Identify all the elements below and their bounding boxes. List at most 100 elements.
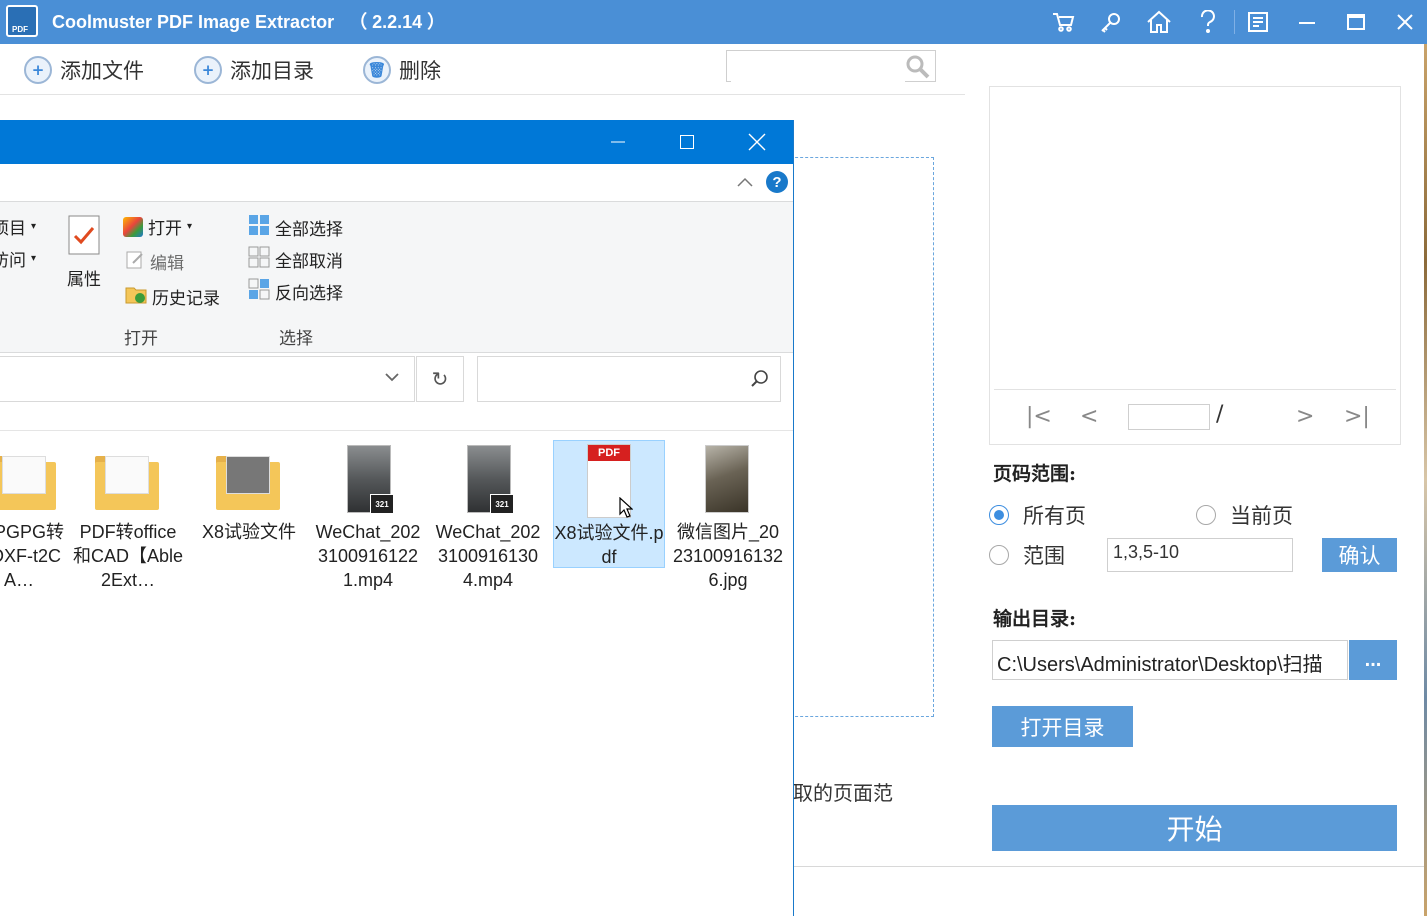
ribbon-project-item[interactable]: 项目 ▾	[0, 214, 36, 239]
toolbar: + 添加文件 + 添加目录 🗑 删除	[0, 44, 965, 95]
video-file-icon: 321	[432, 440, 544, 520]
titlebar-separator	[1234, 10, 1235, 34]
radio-current-page[interactable]: 当前页	[1196, 500, 1293, 530]
start-button[interactable]: 开始	[992, 805, 1397, 851]
next-page-icon[interactable]: >	[1296, 404, 1314, 429]
explorer-minimize-icon[interactable]	[583, 120, 653, 164]
radio-range[interactable]: 范围	[989, 540, 1065, 570]
cart-icon[interactable]	[1048, 6, 1078, 38]
feedback-icon[interactable]	[1243, 6, 1273, 38]
select-none-button[interactable]: 全部取消	[248, 246, 343, 273]
explorer-maximize-icon[interactable]	[652, 120, 722, 164]
invert-selection-button[interactable]: 反向选择	[248, 278, 343, 305]
help-button[interactable]: ?	[766, 171, 788, 193]
preview-navigation: |< < / > >|	[994, 389, 1396, 444]
properties-label: 属性	[67, 270, 101, 290]
prev-page-icon[interactable]: <	[1080, 404, 1098, 429]
ribbon-tabbar: ?	[0, 164, 793, 202]
folder-icon	[193, 440, 305, 520]
add-folder-icon: +	[194, 56, 222, 84]
select-all-icon	[248, 214, 270, 241]
file-name: PDF转office和CAD【Able2Ext…	[72, 522, 184, 590]
dropdown-arrow-icon: ▾	[187, 221, 193, 232]
page-range-label: 页码范围:	[993, 463, 1077, 485]
output-path-field[interactable]: C:\Users\Administrator\Desktop\扫描	[992, 640, 1348, 680]
browse-button[interactable]: ...	[1349, 640, 1397, 680]
add-folder-button[interactable]: + 添加目录	[194, 55, 314, 85]
add-file-icon: +	[24, 56, 52, 84]
help-icon[interactable]	[1193, 6, 1223, 38]
ribbon-access-item[interactable]: 访问 ▾	[0, 246, 36, 271]
select-all-button[interactable]: 全部选择	[248, 214, 343, 241]
file-item-selected[interactable]: PDF X8试验文件.pdf	[553, 440, 665, 568]
help-label: ?	[772, 173, 782, 191]
image-file-icon	[672, 440, 784, 520]
app-title: Coolmuster PDF Image Extractor （ 2.2.14 …	[52, 8, 445, 34]
explorer-ribbon: ? 项目 ▾ 访问 ▾ 属性 打开 ▾ 编辑 历史记录 全部选择 全部取消 反向…	[0, 164, 793, 353]
home-icon[interactable]	[1144, 6, 1174, 38]
collapse-ribbon-icon[interactable]	[736, 173, 754, 192]
key-icon[interactable]	[1096, 6, 1126, 38]
file-drop-zone[interactable]	[780, 157, 934, 717]
edit-icon	[125, 249, 145, 274]
dropdown-arrow-icon: ▾	[31, 253, 37, 264]
file-item[interactable]: 321 WeChat_20231009161304.mp4	[432, 440, 544, 592]
app-title-text: Coolmuster PDF Image Extractor	[52, 12, 335, 32]
bottom-divider	[793, 866, 1427, 867]
minimize-icon[interactable]	[1292, 6, 1322, 38]
properties-icon	[67, 214, 101, 261]
folder-icon	[0, 440, 66, 520]
video-file-icon: 321	[312, 440, 424, 520]
close-icon[interactable]	[1390, 6, 1420, 38]
search-icon[interactable]	[905, 54, 931, 84]
explorer-search-icon[interactable]	[750, 369, 770, 393]
radio-all-pages-circle[interactable]	[989, 505, 1009, 525]
address-bar[interactable]	[0, 356, 415, 402]
select-none-label: 全部取消	[275, 252, 343, 272]
radio-current-page-label: 当前页	[1230, 504, 1293, 528]
open-button[interactable]: 打开 ▾	[123, 214, 192, 239]
explorer-search-box[interactable]	[477, 356, 781, 402]
app-titlebar: PDF Coolmuster PDF Image Extractor （ 2.2…	[0, 0, 1427, 44]
address-dropdown-icon[interactable]	[384, 369, 400, 389]
history-label: 历史记录	[152, 289, 220, 309]
refresh-icon[interactable]: ↻	[416, 356, 464, 402]
select-none-icon	[248, 246, 270, 273]
mouse-cursor-icon	[619, 497, 633, 518]
app-logo: PDF	[6, 5, 38, 37]
file-name: X8试验文件.pdf	[554, 523, 664, 567]
open-folder-button[interactable]: 打开目录	[992, 706, 1133, 747]
range-hint-text: 取的页面范	[793, 781, 893, 805]
edit-button[interactable]: 编辑	[125, 249, 184, 274]
file-item[interactable]: 微信图片_20231009161326.jpg	[672, 440, 784, 592]
ribbon-group-select: 选择	[279, 329, 313, 349]
app-logo-text: PDF	[12, 25, 28, 34]
edit-label: 编辑	[150, 254, 184, 274]
radio-all-pages[interactable]: 所有页	[989, 500, 1086, 530]
page-number-input[interactable]	[1128, 404, 1210, 430]
confirm-button[interactable]: 确认	[1322, 538, 1397, 572]
file-name: WeChat_20231009161304.mp4	[435, 522, 541, 590]
content-divider	[0, 430, 793, 431]
search-input[interactable]	[731, 52, 905, 82]
delete-button[interactable]: 🗑 删除	[363, 55, 441, 85]
history-icon	[125, 284, 147, 309]
radio-range-circle[interactable]	[989, 545, 1009, 565]
properties-button[interactable]: 属性	[67, 214, 101, 290]
last-page-icon[interactable]: >|	[1344, 404, 1370, 429]
trash-icon: 🗑	[363, 56, 391, 84]
range-input[interactable]: 1,3,5-10	[1107, 538, 1293, 572]
add-file-button[interactable]: + 添加文件	[24, 55, 144, 85]
first-page-icon[interactable]: |<	[1026, 404, 1052, 429]
explorer-close-icon[interactable]	[722, 120, 792, 164]
radio-current-page-circle[interactable]	[1196, 505, 1216, 525]
maximize-icon[interactable]	[1341, 6, 1371, 38]
file-name: 微信图片_20231009161326.jpg	[672, 522, 784, 590]
file-item[interactable]: X8试验文件	[193, 440, 305, 544]
dropdown-arrow-icon: ▾	[31, 221, 37, 232]
radio-range-label: 范围	[1023, 544, 1065, 568]
file-item[interactable]: FJPGPG转GDXF-t2CA…	[0, 440, 66, 592]
file-item[interactable]: 321 WeChat_20231009161221.mp4	[312, 440, 424, 592]
history-button[interactable]: 历史记录	[125, 284, 220, 309]
file-item[interactable]: PDF转office和CAD【Able2Ext…	[72, 440, 184, 592]
